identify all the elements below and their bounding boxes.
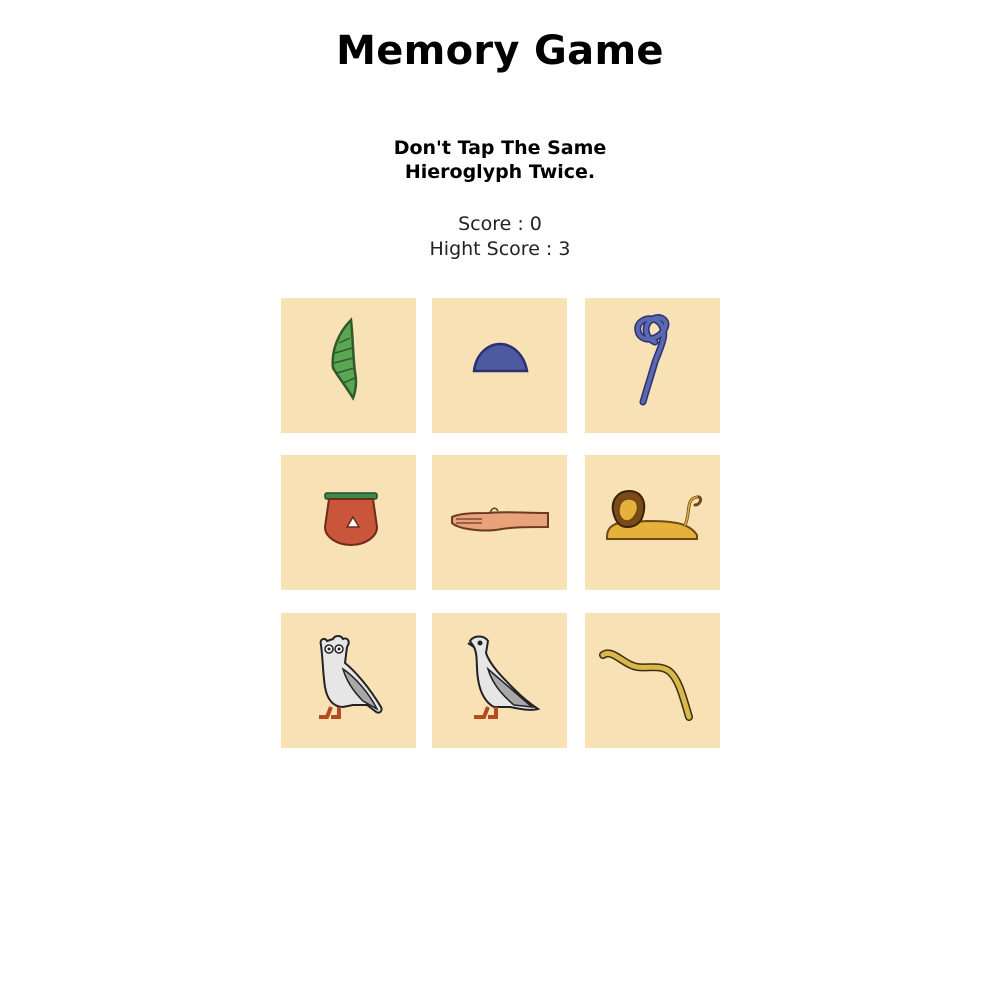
owl-icon: [319, 635, 383, 719]
tile-rope-coil[interactable]: [585, 298, 720, 433]
hieroglyph-grid: [0, 0, 1000, 1000]
reed-leaf-icon: [331, 317, 358, 401]
vulture-icon: [467, 635, 541, 719]
tile-vulture[interactable]: [432, 613, 567, 748]
tile-bread-loaf[interactable]: [432, 298, 567, 433]
horned-viper-icon: [599, 649, 693, 721]
tile-reed-leaf[interactable]: [281, 298, 416, 433]
rope-coil-icon: [634, 314, 670, 406]
tile-arm-hand[interactable]: [432, 455, 567, 590]
arm-hand-icon: [451, 507, 549, 532]
tile-lion[interactable]: [585, 455, 720, 590]
tile-owl[interactable]: [281, 613, 416, 748]
basket-with-handle-icon: [323, 492, 379, 547]
lion-icon: [606, 489, 703, 540]
tile-basket[interactable]: [281, 455, 416, 590]
tile-horned-viper[interactable]: [585, 613, 720, 748]
bread-loaf-icon: [472, 342, 529, 373]
